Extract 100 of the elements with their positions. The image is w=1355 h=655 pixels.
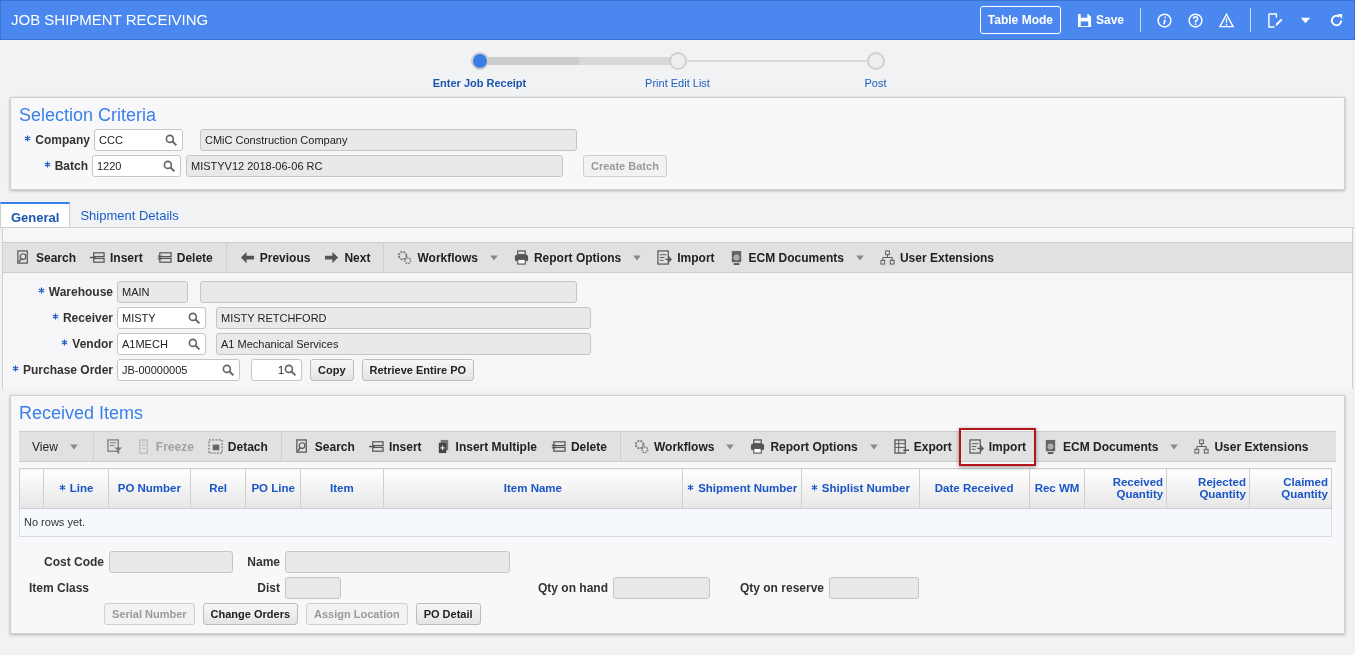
search-icon xyxy=(284,363,297,377)
edit-icon[interactable] xyxy=(1267,12,1282,28)
field-label: Name xyxy=(246,554,281,571)
form-button[interactable]: Change Orders xyxy=(202,603,299,625)
toolbar-button[interactable]: ECM Documents xyxy=(1036,433,1166,460)
step-label: Post xyxy=(864,76,887,91)
input-field[interactable] xyxy=(829,577,919,599)
form-button[interactable]: Retrieve Entire PO xyxy=(361,359,475,381)
field-label: Batch xyxy=(54,158,88,175)
field-label: Purchase Order xyxy=(22,362,113,379)
description-field: MISTY RETCHFORD xyxy=(216,307,591,329)
field-label: Dist xyxy=(256,580,281,597)
gears-icon xyxy=(397,250,413,265)
search-icon xyxy=(16,250,31,265)
field-label: Qty on reserve xyxy=(738,580,825,597)
toolbar-button[interactable]: Insert xyxy=(83,244,150,271)
input-field: MAIN xyxy=(117,281,188,303)
right-arrow-icon xyxy=(324,250,340,265)
printer-icon xyxy=(513,250,529,265)
search-icon xyxy=(188,311,201,325)
description-field: A1 Mechanical Services xyxy=(216,333,591,355)
toolbar-button[interactable]: Report Options xyxy=(506,244,629,271)
column-header[interactable]: Item xyxy=(330,482,354,495)
field-label: Vendor xyxy=(72,336,113,353)
import-icon xyxy=(657,250,673,265)
toolbar-button[interactable]: Next xyxy=(317,244,378,271)
search-icon xyxy=(294,439,310,454)
column-header[interactable]: Item Name xyxy=(503,482,562,495)
toolbar-button[interactable]: Previous xyxy=(232,244,318,271)
toolbar-button[interactable]: View xyxy=(25,433,65,460)
input-field[interactable] xyxy=(285,577,341,599)
form-button[interactable]: Copy xyxy=(310,359,354,381)
field-label: Item Class xyxy=(28,580,91,597)
insert-row-icon xyxy=(90,250,106,265)
export-icon xyxy=(893,439,909,454)
tab[interactable]: Shipment Details xyxy=(70,202,189,227)
delete-row-icon xyxy=(550,439,566,454)
input-field[interactable] xyxy=(613,577,710,599)
description-field: MISTYV12 2018-06-06 RC xyxy=(186,155,563,177)
toolbar-button[interactable]: Insert Multiple xyxy=(428,433,544,460)
field-label: Receiver xyxy=(62,310,113,327)
insert-row-icon xyxy=(368,439,384,454)
form-button[interactable]: PO Detail xyxy=(415,603,481,625)
toolbar-button[interactable]: ECM Documents xyxy=(721,244,851,271)
refresh-icon[interactable] xyxy=(1329,12,1344,28)
column-header[interactable]: Line xyxy=(69,482,94,495)
toolbar-button[interactable]: Workflows xyxy=(626,433,722,460)
search-icon xyxy=(188,337,201,351)
field-label: Warehouse xyxy=(48,284,113,301)
window-title: JOB SHIPMENT RECEIVING xyxy=(11,9,209,30)
toolbar-button[interactable]: Detach xyxy=(200,433,275,460)
toolbar-button[interactable]: Insert xyxy=(361,433,429,460)
step-label: Print Edit List xyxy=(645,76,710,91)
search-icon xyxy=(222,363,235,377)
toolbar-button[interactable]: Import xyxy=(958,427,1037,466)
toolbar-button[interactable]: Workflows xyxy=(390,244,485,271)
input-field[interactable]: JB-00000005 xyxy=(117,359,240,381)
section-title: Selection Criteria xyxy=(19,104,158,127)
tab[interactable]: General xyxy=(0,202,71,227)
search-icon xyxy=(163,159,176,173)
warning-icon[interactable] xyxy=(1219,12,1234,28)
printer-icon xyxy=(750,439,766,454)
field-label: Cost Code xyxy=(43,554,105,571)
info-icon[interactable] xyxy=(1157,12,1172,28)
step-marker[interactable] xyxy=(866,52,885,70)
description-field: CMiC Construction Company xyxy=(200,129,577,151)
input-field[interactable]: MISTY xyxy=(117,307,206,329)
empty-message: No rows yet. xyxy=(24,516,86,529)
toolbar-button[interactable]: Delete xyxy=(149,244,220,271)
toolbar-button[interactable]: Export xyxy=(886,433,959,460)
toolbar-button[interactable]: Search xyxy=(287,433,362,460)
help-icon[interactable] xyxy=(1188,12,1203,28)
hierarchy-icon xyxy=(1194,439,1210,454)
input-field[interactable]: A1MECH xyxy=(117,333,206,355)
step-marker[interactable] xyxy=(668,52,687,70)
step-marker[interactable] xyxy=(470,52,489,70)
filter-icon xyxy=(106,439,122,454)
toolbar-button[interactable]: User Extensions xyxy=(1187,433,1316,460)
toolbar-button[interactable]: User Extensions xyxy=(872,244,1001,271)
input-field[interactable]: 1 xyxy=(251,359,302,381)
detach-icon xyxy=(207,439,223,454)
toolbar-button[interactable]: Import xyxy=(650,244,722,271)
field-label: Qty on hand xyxy=(537,580,609,597)
toolbar-button[interactable]: Search xyxy=(9,244,84,271)
field-label: Company xyxy=(35,132,90,149)
input-field[interactable]: 1220 xyxy=(92,155,181,177)
input-field[interactable] xyxy=(285,551,510,573)
hierarchy-icon xyxy=(879,250,895,265)
gears-icon xyxy=(633,439,649,454)
column-header[interactable]: Rel xyxy=(209,482,228,495)
section-title: Received Items xyxy=(19,402,145,425)
input-field[interactable]: CCC xyxy=(94,129,183,151)
delete-row-icon xyxy=(156,250,172,265)
toolbar-button[interactable]: Delete xyxy=(543,433,614,460)
import-icon xyxy=(968,439,984,454)
toolbar-button[interactable]: Report Options xyxy=(743,433,865,460)
search-icon xyxy=(165,133,178,147)
input-field[interactable] xyxy=(109,551,233,573)
step-label: Enter Job Receipt xyxy=(432,76,527,91)
left-arrow-icon xyxy=(239,250,255,265)
